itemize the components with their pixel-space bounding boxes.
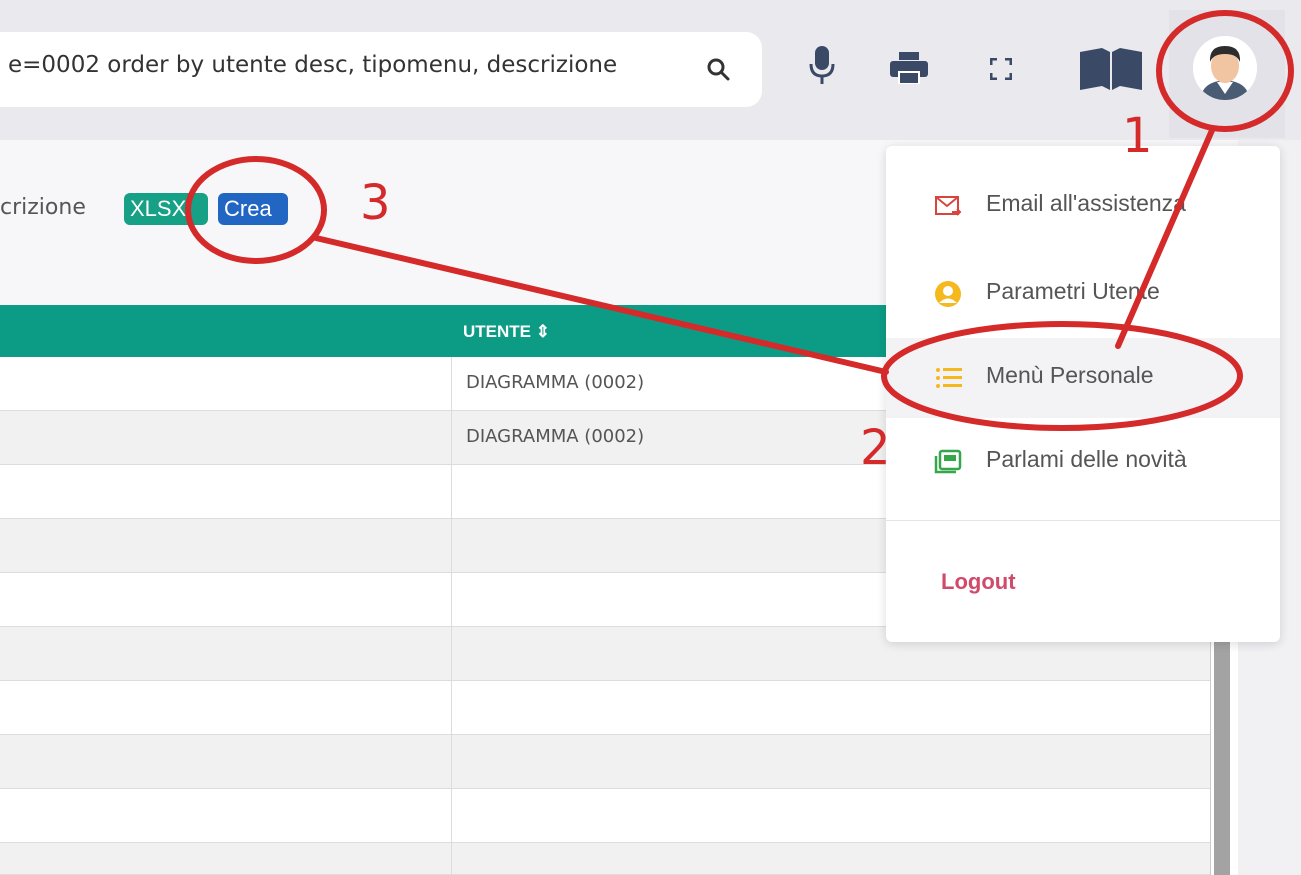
table-row[interactable] bbox=[0, 789, 1210, 843]
table-cell bbox=[0, 789, 452, 842]
menu-item-email[interactable]: Email all'assistenza bbox=[886, 166, 1280, 246]
logout-button[interactable]: Logout bbox=[941, 569, 1016, 595]
print-icon[interactable] bbox=[890, 52, 928, 84]
fullscreen-icon[interactable] bbox=[990, 58, 1012, 80]
menu-item-user-params[interactable]: Parametri Utente bbox=[886, 254, 1280, 334]
annotation-number-2: 2 bbox=[860, 420, 891, 476]
table-cell bbox=[0, 573, 452, 626]
table-cell-utente: DIAGRAMMA (0002) bbox=[466, 426, 645, 447]
table-cell bbox=[0, 843, 452, 874]
user-circle-icon bbox=[935, 281, 961, 307]
email-icon bbox=[935, 196, 962, 216]
xlsx-button[interactable]: XLSX bbox=[124, 193, 208, 225]
menu-divider bbox=[886, 520, 1280, 521]
menu-item-label: Email all'assistenza bbox=[986, 190, 1186, 216]
news-icon bbox=[934, 449, 962, 474]
table-cell bbox=[0, 519, 452, 572]
search-bar[interactable]: e=0002 order by utente desc, tipomenu, d… bbox=[0, 32, 762, 107]
search-query[interactable]: e=0002 order by utente desc, tipomenu, d… bbox=[8, 52, 617, 78]
table-cell bbox=[0, 681, 452, 734]
menu-item-news[interactable]: Parlami delle novità bbox=[886, 422, 1280, 502]
menu-item-personal-menu[interactable]: Menù Personale bbox=[886, 338, 1280, 418]
table-cell-utente: DIAGRAMMA (0002) bbox=[466, 372, 645, 393]
toolbar-label: crizione bbox=[0, 195, 86, 220]
menu-item-label: Parlami delle novità bbox=[986, 446, 1187, 472]
avatar[interactable] bbox=[1193, 36, 1257, 100]
book-icon[interactable] bbox=[1080, 48, 1142, 90]
crea-button[interactable]: Crea bbox=[218, 193, 288, 225]
table-cell bbox=[0, 627, 452, 680]
table-cell bbox=[0, 735, 452, 788]
menu-item-label: Menù Personale bbox=[986, 362, 1154, 388]
table-cell bbox=[0, 465, 452, 518]
table-row[interactable] bbox=[0, 735, 1210, 789]
list-icon bbox=[936, 368, 962, 388]
menu-item-label: Parametri Utente bbox=[986, 278, 1160, 304]
table-cell bbox=[0, 357, 452, 410]
search-icon[interactable] bbox=[705, 56, 733, 84]
table-row[interactable] bbox=[0, 843, 1210, 875]
user-avatar-icon bbox=[1193, 36, 1257, 100]
microphone-icon[interactable] bbox=[808, 44, 836, 88]
annotation-number-3: 3 bbox=[360, 175, 391, 231]
table-row[interactable] bbox=[0, 681, 1210, 735]
user-menu-dropdown: Email all'assistenza Parametri Utente Me… bbox=[886, 146, 1280, 642]
annotation-number-1: 1 bbox=[1122, 108, 1153, 164]
table-cell bbox=[0, 411, 452, 464]
column-header-utente[interactable]: UTENTE ⇕ bbox=[463, 322, 550, 342]
